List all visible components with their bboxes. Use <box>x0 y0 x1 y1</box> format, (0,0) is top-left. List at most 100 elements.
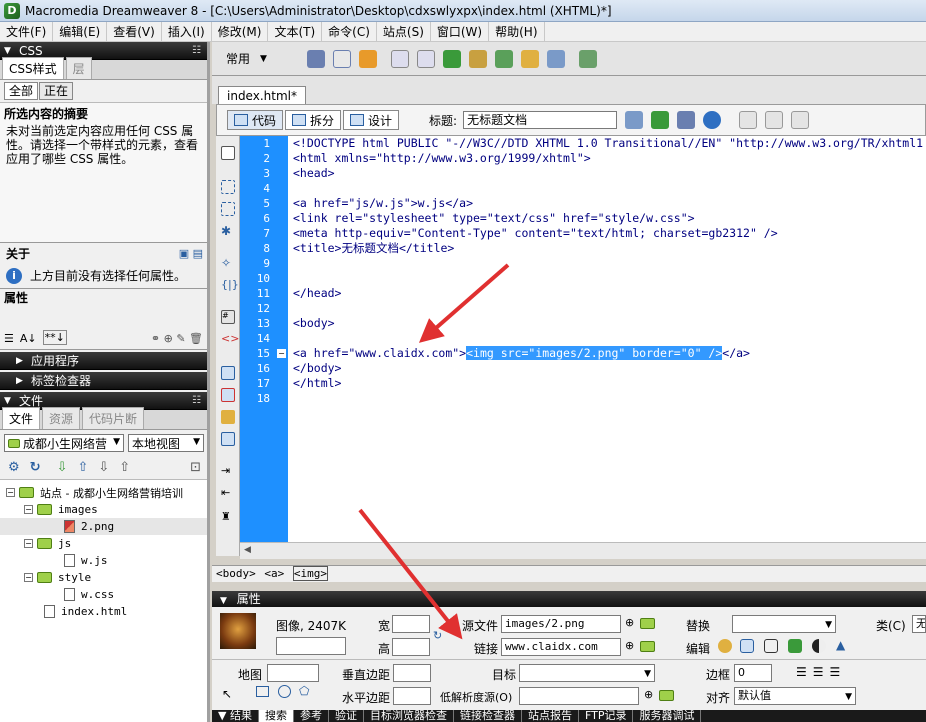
image-icon[interactable] <box>442 49 461 68</box>
title-input[interactable]: 无标题文档 <box>463 111 618 129</box>
expand-panel-icon[interactable]: ⊡ <box>190 460 201 475</box>
fold-toggle-icon[interactable]: − <box>277 349 286 358</box>
collapse-icon[interactable]: − <box>24 539 33 548</box>
tab-layers[interactable]: 层 <box>65 57 92 79</box>
browse-folder-icon[interactable] <box>640 618 655 629</box>
properties-panel-header[interactable]: ▼ 属性 <box>212 591 926 607</box>
link-field[interactable]: www.claidx.com <box>501 638 621 656</box>
tab-files[interactable]: 文件 <box>2 407 41 429</box>
tree-row[interactable]: − js <box>0 535 207 552</box>
collapse-selection-icon[interactable] <box>221 202 235 216</box>
put-files-icon[interactable]: ⇧ <box>77 460 88 475</box>
border-field[interactable]: 0 <box>734 664 772 682</box>
src-field[interactable]: images/2.png <box>501 615 621 633</box>
menu-help[interactable]: 帮助(H) <box>489 21 545 42</box>
open-documents-icon[interactable] <box>221 146 235 160</box>
tab-snippets[interactable]: 代码片断 <box>82 407 145 429</box>
connect-icon[interactable]: ⚙ <box>8 460 20 475</box>
named-anchor-icon[interactable] <box>358 49 377 68</box>
site-select[interactable]: 成都小生网络营 ▼ <box>4 434 124 452</box>
remove-comment-icon[interactable] <box>221 388 235 402</box>
menu-file[interactable]: 文件(F) <box>0 21 54 42</box>
circle-hotspot-icon[interactable] <box>278 685 291 698</box>
width-field[interactable] <box>392 615 430 633</box>
tag-img[interactable]: <img> <box>292 566 328 581</box>
hyperlink-icon[interactable] <box>306 49 325 68</box>
menu-site[interactable]: 站点(S) <box>377 21 431 42</box>
lowsrc-field[interactable] <box>519 687 639 705</box>
menu-insert[interactable]: 插入(I) <box>162 21 212 42</box>
app-panel-header[interactable]: ▶ 应用程序 <box>0 352 207 370</box>
insert-category-select[interactable]: 常用 ▼ <box>226 50 267 67</box>
file-management-icon[interactable] <box>677 111 696 129</box>
view-options-icon[interactable] <box>765 111 784 129</box>
document-tab[interactable]: index.html* <box>218 86 306 104</box>
comment-icon[interactable] <box>520 49 539 68</box>
alt-field[interactable]: ▼ <box>732 615 836 633</box>
refresh-icon[interactable]: ↻ <box>30 460 41 475</box>
split-view-button[interactable]: 拆分 <box>285 110 342 130</box>
browse-folder-icon[interactable] <box>640 641 655 652</box>
optimize-icon[interactable] <box>740 639 754 653</box>
menu-commands[interactable]: 命令(C) <box>322 21 377 42</box>
tab-css-styles[interactable]: CSS样式 <box>2 57 64 79</box>
tag-a[interactable]: <a> <box>264 567 284 580</box>
align-buttons-icon[interactable]: ☰☰☰ <box>796 665 846 679</box>
results-panel-title[interactable]: ▼ 结果 <box>212 710 259 722</box>
tag-inspector-header[interactable]: ▶ 标签检查器 <box>0 372 207 390</box>
menu-modify[interactable]: 修改(M) <box>212 21 269 42</box>
rect-hotspot-icon[interactable] <box>256 686 269 697</box>
tab-assets[interactable]: 资源 <box>42 407 81 429</box>
tree-row[interactable]: w.js <box>0 552 207 569</box>
align-select[interactable]: 默认值 ▼ <box>734 687 856 705</box>
pointer-hotspot-icon[interactable]: ↖ <box>222 687 232 701</box>
tree-row[interactable]: w.css <box>0 586 207 603</box>
menu-text[interactable]: 文本(T) <box>268 21 323 42</box>
panel-options-icon[interactable]: ☷ <box>192 395 201 406</box>
validate-icon[interactable] <box>651 111 670 129</box>
tree-row[interactable]: − images <box>0 501 207 518</box>
design-view-button[interactable]: 设计 <box>343 110 400 130</box>
css-actions-icons[interactable]: ⚭ ⊕ ✎ 🗑 <box>151 332 203 345</box>
collapse-icon[interactable]: − <box>24 573 33 582</box>
balance-braces-icon[interactable]: {|} <box>221 278 239 292</box>
wrap-tag-icon[interactable] <box>221 410 235 424</box>
reset-size-icon[interactable]: ↻ <box>433 629 442 642</box>
recent-snippets-icon[interactable] <box>221 432 235 446</box>
image-name-field[interactable] <box>276 637 346 655</box>
email-link-icon[interactable] <box>332 49 351 68</box>
selected-img-tag[interactable]: <img src="images/2.png" border="0" /> <box>466 346 723 360</box>
format-source-icon[interactable]: ♜ <box>221 510 235 524</box>
tag-body[interactable]: <body> <box>216 567 256 580</box>
collapse-icon[interactable]: − <box>6 488 15 497</box>
check-browser-icon[interactable] <box>625 111 644 129</box>
menu-window[interactable]: 窗口(W) <box>431 21 490 42</box>
crop-icon[interactable] <box>764 639 778 653</box>
tree-row[interactable]: index.html <box>0 603 207 620</box>
point-to-file-icon[interactable]: ⊕ <box>625 639 634 652</box>
preview-browser-icon[interactable] <box>703 111 722 129</box>
set-props-icon[interactable]: **↓ <box>42 330 67 345</box>
check-in-icon[interactable]: ⇧ <box>119 460 130 475</box>
apply-comment-icon[interactable] <box>221 366 235 380</box>
tree-row[interactable]: − style <box>0 569 207 586</box>
indent-icon[interactable]: ⇥ <box>221 464 235 478</box>
point-to-file-icon[interactable]: ⊕ <box>644 688 653 701</box>
menu-edit[interactable]: 编辑(E) <box>53 21 108 42</box>
menu-view[interactable]: 查看(V) <box>107 21 162 42</box>
expand-all-icon[interactable]: ✱ <box>221 224 235 238</box>
select-parent-tag-icon[interactable]: ✧ <box>221 256 235 270</box>
visual-aids-icon[interactable] <box>791 111 810 129</box>
sharpen-icon[interactable]: ▲ <box>836 638 845 652</box>
category-view-icon[interactable]: ☰ <box>4 332 14 345</box>
brightness-icon[interactable] <box>812 639 826 653</box>
tab-browser-check[interactable]: 目标浏览器检查 <box>364 710 454 722</box>
tab-site-reports[interactable]: 站点报告 <box>522 710 579 722</box>
tab-search[interactable]: 搜索 <box>258 710 294 722</box>
polygon-hotspot-icon[interactable]: ⬠ <box>299 684 309 698</box>
get-files-icon[interactable]: ⇩ <box>57 460 68 475</box>
highlight-invalid-icon[interactable]: <> <box>221 332 239 346</box>
collapse-tag-icon[interactable] <box>221 180 235 194</box>
outdent-icon[interactable]: ⇤ <box>221 486 235 500</box>
tag-chooser-icon[interactable] <box>578 49 597 68</box>
